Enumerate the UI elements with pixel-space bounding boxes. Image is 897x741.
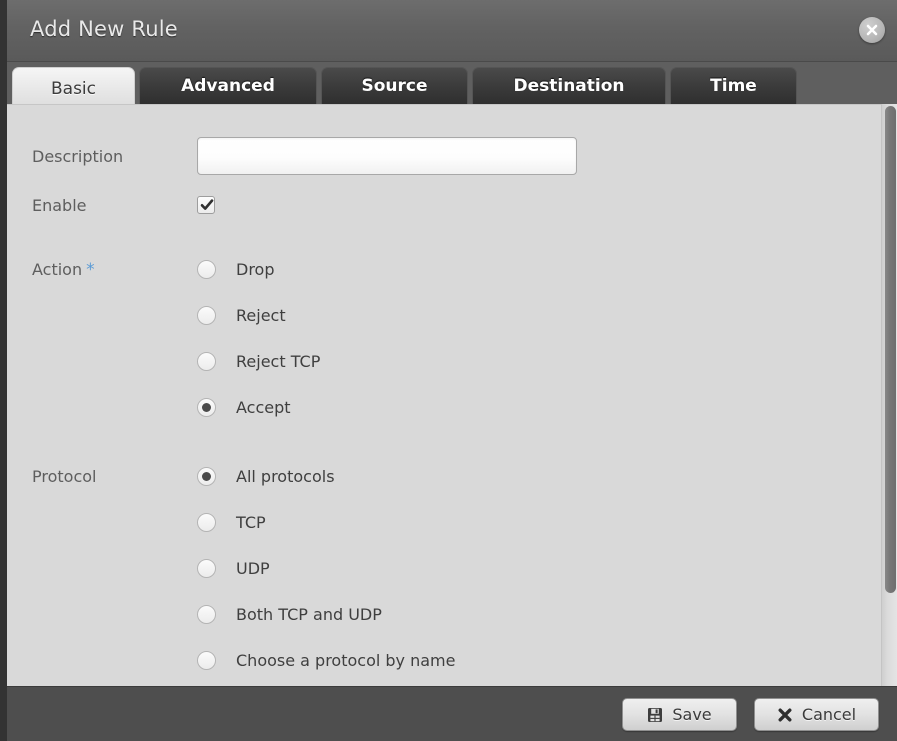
tab-basic[interactable]: Basic [12,67,135,109]
radio-circle-icon [197,305,216,325]
radio-circle-icon [197,512,216,532]
cancel-button[interactable]: Cancel [754,698,879,731]
dialog-footer: Save Cancel [0,686,897,741]
radio-action-reject[interactable]: Reject [197,302,286,328]
radio-action-reject-tcp-label: Reject TCP [236,351,321,371]
radio-protocol-both-label: Both TCP and UDP [236,604,382,624]
radio-action-reject-tcp[interactable]: Reject TCP [197,348,320,374]
cancel-x-icon [778,708,792,721]
action-label-text: Action [32,260,83,279]
radio-circle-icon [197,650,216,670]
tab-advanced[interactable]: Advanced [139,67,317,104]
radio-protocol-udp[interactable]: UDP [197,555,270,581]
description-row: Description [7,137,881,177]
action-label: Action * [32,260,95,280]
description-input[interactable] [197,137,577,175]
radio-protocol-all-label: All protocols [236,466,335,486]
description-label: Description [32,147,124,166]
enable-row: Enable [7,193,881,221]
content-scrollbar[interactable] [881,104,897,686]
radio-protocol-by-name-label: Choose a protocol by name [236,650,456,670]
close-icon[interactable] [859,17,885,43]
radio-protocol-all[interactable]: All protocols [197,463,335,489]
radio-action-reject-label: Reject [236,305,286,325]
radio-circle-selected-icon [197,466,216,486]
radio-protocol-by-name[interactable]: Choose a protocol by name [197,647,455,673]
enable-label: Enable [32,196,87,215]
tab-source[interactable]: Source [321,67,468,104]
protocol-row: Protocol All protocols TCP UDP Both TCP … [7,460,881,680]
radio-action-accept-label: Accept [236,397,291,417]
radio-circle-icon [197,259,216,279]
save-button[interactable]: Save [622,698,737,731]
save-button-label: Save [672,705,712,724]
radio-action-drop-label: Drop [236,259,275,279]
tab-strip: Basic Advanced Source Destination Time [0,62,897,109]
radio-circle-icon [197,558,216,578]
required-asterisk: * [86,260,95,280]
cancel-button-label: Cancel [801,705,857,724]
tab-destination[interactable]: Destination [472,67,666,104]
radio-action-accept[interactable]: Accept [197,394,291,420]
radio-protocol-both[interactable]: Both TCP and UDP [197,601,382,627]
radio-circle-selected-icon [197,397,216,417]
radio-protocol-udp-label: UDP [236,558,270,578]
action-row: Action * Drop Reject Reject TCP Accept [7,253,881,423]
radio-circle-icon [197,604,216,624]
radio-circle-icon [197,351,216,371]
dialog-titlebar: Add New Rule [0,0,897,62]
enable-checkbox[interactable] [197,196,215,214]
protocol-label: Protocol [32,467,97,486]
dialog-content-panel: Description Enable Action * Drop Reject … [7,104,881,686]
dialog-left-edge [0,0,7,741]
radio-protocol-tcp[interactable]: TCP [197,509,266,535]
radio-action-drop[interactable]: Drop [197,256,275,282]
radio-protocol-tcp-label: TCP [236,512,266,532]
dialog-title: Add New Rule [30,17,178,41]
save-floppy-icon [648,707,663,722]
scrollbar-thumb[interactable] [885,106,896,593]
tab-time[interactable]: Time [670,67,797,104]
add-new-rule-dialog: Add New Rule Basic Advanced Source Desti… [0,0,897,741]
